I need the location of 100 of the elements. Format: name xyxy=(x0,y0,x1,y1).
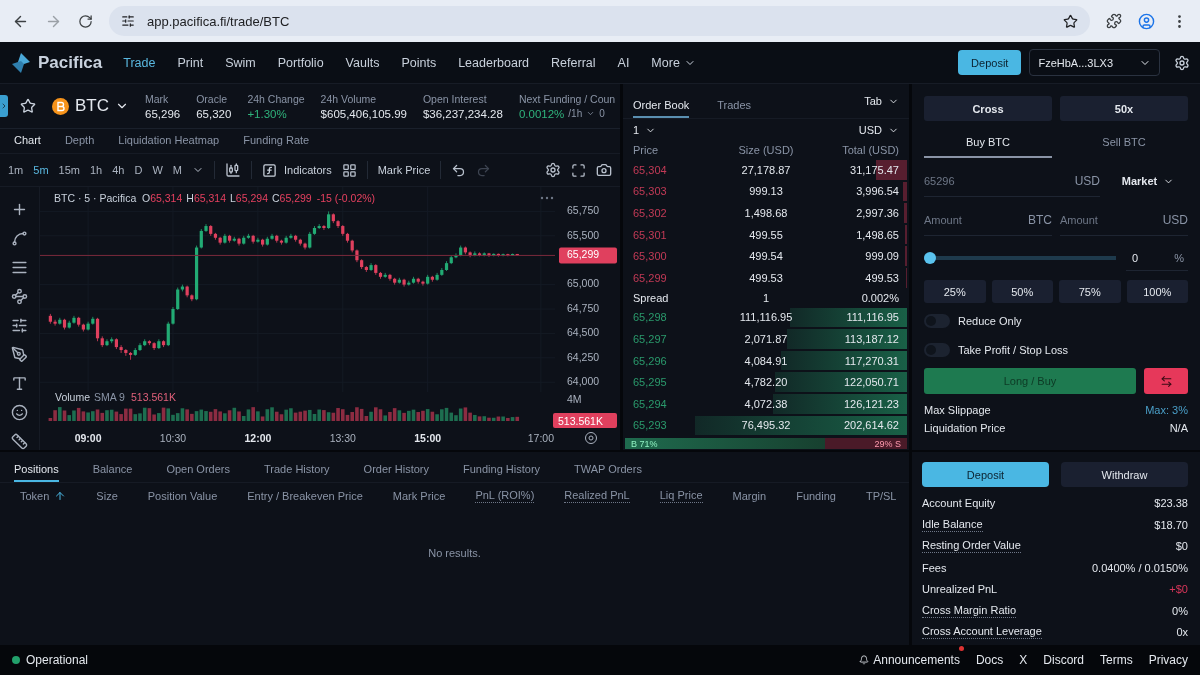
favorite-icon[interactable] xyxy=(20,98,36,114)
nav-link[interactable]: Trade xyxy=(112,55,167,70)
nav-link[interactable]: AI xyxy=(606,55,641,70)
percent-preset-button[interactable]: 50% xyxy=(991,280,1053,303)
side-tab[interactable]: Sell BTC xyxy=(1060,128,1188,158)
bid-size: 4,084.91 xyxy=(743,354,789,367)
nav-link[interactable]: Portfolio xyxy=(266,55,335,70)
profile-icon[interactable] xyxy=(1138,12,1155,30)
address-bar[interactable]: app.pacifica.fi/trade/BTC xyxy=(109,6,1090,36)
emoji-icon[interactable] xyxy=(11,404,28,421)
percent-field[interactable]: 0 % xyxy=(1126,245,1188,271)
interval-button[interactable]: 5m xyxy=(33,164,49,176)
price-source-button[interactable]: Mark Price xyxy=(377,164,431,176)
site-settings-icon[interactable] xyxy=(121,14,135,28)
symbol-selector[interactable]: BTC xyxy=(52,96,129,116)
nav-link[interactable]: Referral xyxy=(540,55,607,70)
column-header: Liq Price xyxy=(659,489,703,503)
footer-link[interactable]: Terms xyxy=(1100,653,1133,667)
withdraw-button[interactable]: Withdraw xyxy=(1061,462,1188,487)
line-tool-icon[interactable] xyxy=(11,230,28,247)
ask-size: 499.53 xyxy=(748,271,784,284)
footer-link[interactable]: X xyxy=(1019,653,1028,667)
interval-button[interactable]: 1h xyxy=(89,164,103,176)
side-tab[interactable]: Buy BTC xyxy=(924,128,1052,158)
positions-tab[interactable]: TWAP Orders xyxy=(574,463,642,482)
spread-value: 1 xyxy=(761,291,771,304)
reload-icon[interactable] xyxy=(78,13,93,29)
deposit-button[interactable]: Deposit xyxy=(922,462,1049,487)
nav-link[interactable]: Print xyxy=(166,55,215,70)
view-selector[interactable]: Tab xyxy=(864,95,899,107)
text-tool-icon[interactable] xyxy=(11,375,28,392)
bell-icon xyxy=(859,655,870,665)
candlestick xyxy=(270,233,274,241)
interval-button[interactable]: 1m xyxy=(8,164,24,176)
lines-icon[interactable] xyxy=(11,259,28,276)
leverage-button[interactable]: 50x xyxy=(1060,96,1188,121)
nav-link[interactable]: Leaderboard xyxy=(447,55,541,70)
swap-button[interactable] xyxy=(1144,368,1188,394)
pen-icon[interactable] xyxy=(11,346,28,363)
chart-tab[interactable]: Funding Rate xyxy=(243,134,310,148)
positions-tab[interactable]: Positions xyxy=(14,463,59,482)
price-input[interactable]: 65296 xyxy=(924,165,1071,197)
order-type-selector[interactable]: Market xyxy=(1108,175,1188,187)
nav-link[interactable]: Swim xyxy=(214,55,267,70)
percent-preset-button[interactable]: 75% xyxy=(1059,280,1121,303)
time-label: 09:00 xyxy=(74,432,102,444)
ask-price: 65,304 xyxy=(633,163,668,176)
extensions-icon[interactable] xyxy=(1106,13,1122,29)
footer-link[interactable]: Discord xyxy=(1043,653,1084,667)
interval-button[interactable]: M xyxy=(172,164,182,176)
positions-tab[interactable]: Balance xyxy=(92,463,133,482)
undo-button[interactable] xyxy=(451,162,467,178)
nav-link[interactable]: Vaults xyxy=(334,55,391,70)
bookmark-icon[interactable] xyxy=(1063,13,1078,29)
positions-tab[interactable]: Order History xyxy=(363,463,429,482)
pattern-icon[interactable] xyxy=(11,288,28,305)
chart-tab[interactable]: Chart xyxy=(14,134,41,148)
fullscreen-icon[interactable] xyxy=(571,162,586,178)
book-tab[interactable]: Trades xyxy=(717,99,752,118)
interval-button[interactable]: 15m xyxy=(58,164,80,176)
wallet-button[interactable]: FzeHbA...3LX3 xyxy=(1029,49,1160,76)
nav-link[interactable]: More xyxy=(640,55,707,70)
more-icon[interactable] xyxy=(540,196,554,200)
positions-tab[interactable]: Open Orders xyxy=(166,463,230,482)
positions-tab[interactable]: Trade History xyxy=(264,463,330,482)
sliders-icon[interactable] xyxy=(11,317,28,334)
amount-input[interactable]: Amount xyxy=(1060,204,1159,236)
candles-icon[interactable] xyxy=(225,162,241,178)
layout-icon[interactable] xyxy=(341,162,357,178)
nav-link[interactable]: Points xyxy=(390,55,448,70)
interval-button[interactable]: 4h xyxy=(112,164,125,176)
footer-link[interactable]: Announcements xyxy=(859,653,960,667)
chart-tab[interactable]: Liquidation Heatmap xyxy=(118,134,220,148)
deposit-button[interactable]: Deposit xyxy=(958,50,1022,75)
tick-selector[interactable]: 1 xyxy=(633,124,657,136)
sidebar-toggle[interactable] xyxy=(0,95,8,117)
percent-preset-button[interactable]: 25% xyxy=(924,280,986,303)
indicators-button[interactable]: Indicators xyxy=(262,162,332,178)
footer-link[interactable]: Docs xyxy=(975,653,1004,667)
percent-preset-button[interactable]: 100% xyxy=(1126,280,1188,303)
interval-button[interactable]: W xyxy=(152,164,163,176)
slippage-link[interactable]: Max: 3% xyxy=(1145,404,1188,416)
positions-tab[interactable]: Funding History xyxy=(463,463,541,482)
ruler-icon[interactable] xyxy=(11,433,28,450)
settings-icon[interactable] xyxy=(1174,54,1190,71)
amount-input[interactable]: Amount xyxy=(924,204,1024,236)
margin-mode-button[interactable]: Cross xyxy=(924,96,1052,121)
book-tab[interactable]: Order Book xyxy=(633,99,690,118)
slider-thumb[interactable] xyxy=(924,252,936,264)
bid-total: 122,050.71 xyxy=(842,376,899,389)
camera-icon[interactable] xyxy=(596,162,612,178)
settings-icon[interactable] xyxy=(585,432,597,444)
settings-icon[interactable] xyxy=(545,162,561,178)
crosshair-icon[interactable] xyxy=(11,201,28,218)
currency-selector[interactable]: USD xyxy=(858,124,899,136)
sort-arrow-icon[interactable] xyxy=(54,490,67,502)
chart-tab[interactable]: Depth xyxy=(64,134,95,148)
interval-button[interactable]: D xyxy=(134,164,143,176)
footer-link[interactable]: Privacy xyxy=(1148,653,1188,667)
funding-countdown: 0 xyxy=(599,108,605,119)
